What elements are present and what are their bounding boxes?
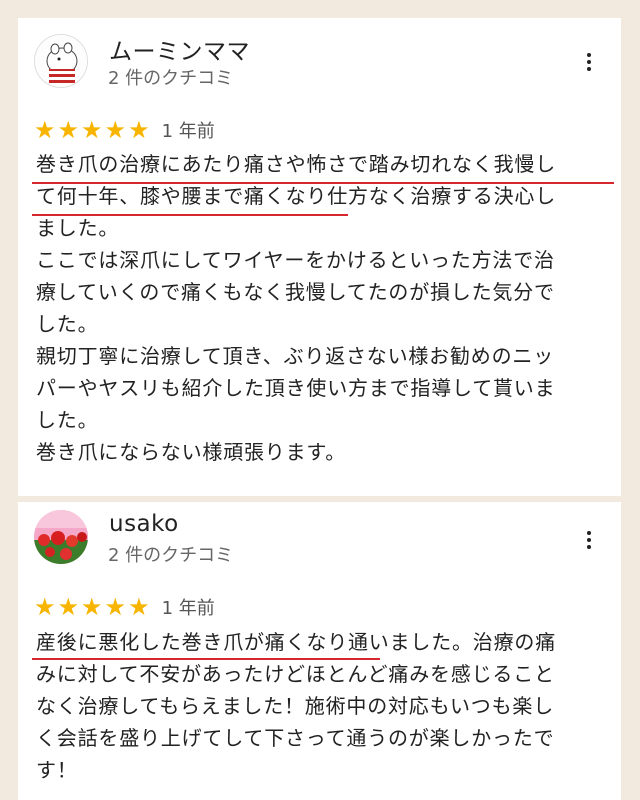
reviewer-name[interactable]: ムーミンママ — [109, 32, 250, 66]
highlight-underline — [32, 214, 348, 216]
star-rating: ★ ★ ★ ★ ★ 1 年前 — [34, 117, 215, 143]
review-line: した。 — [36, 408, 99, 432]
moomin-avatar-icon — [35, 35, 87, 87]
avatar[interactable] — [34, 510, 88, 564]
star-icon: ★ — [104, 593, 127, 621]
star-icon: ★ — [34, 116, 56, 144]
stars: ★ ★ ★ ★ ★ — [34, 118, 150, 142]
review-line: ここでは深爪にしてワイヤーをかけるといった方法で治 — [36, 248, 555, 272]
more-vert-icon — [587, 531, 591, 535]
reviewer-name[interactable]: usako — [109, 511, 179, 537]
more-options-button[interactable] — [579, 48, 599, 76]
highlight-underline — [32, 658, 380, 660]
star-icon: ★ — [128, 116, 150, 144]
more-options-button[interactable] — [579, 526, 599, 554]
highlight-underline — [32, 182, 614, 184]
review-line: て何十年、膝や腰まで痛くなり仕方なく治療する決心し — [36, 184, 556, 208]
stars: ★ ★ ★ ★ ★ — [34, 595, 150, 619]
review-line: した。 — [36, 312, 99, 336]
star-icon: ★ — [128, 593, 150, 621]
star-icon: ★ — [57, 593, 80, 621]
star-icon: ★ — [81, 116, 103, 144]
review-line: 療していくので痛くもなく我慢してたのが損した気分で — [36, 280, 555, 304]
review-line: く会話を盛り上げてして下さって通うのが楽しかったで — [36, 726, 555, 750]
more-vert-icon — [587, 53, 591, 57]
review-line: なく治療してもらえました！施術中の対応もいつも楽し — [36, 694, 554, 718]
star-icon: ★ — [34, 593, 56, 621]
review-line: 巻き爪の治療にあたり痛さや怖さで踏み切れなく我慢し — [36, 152, 556, 176]
review-time: 1 年前 — [161, 598, 215, 619]
star-icon: ★ — [57, 116, 80, 144]
review-count: 2 件のクチコミ — [108, 545, 234, 566]
star-icon: ★ — [81, 593, 103, 621]
review-text: 産後に悪化した巻き爪が痛くなり通いました。治療の痛 みに対して不安があったけどほ… — [36, 626, 606, 786]
review-line: パーやヤスリも紹介した頂き使い方まで指導して貰いま — [36, 376, 556, 400]
review-text: 巻き爪の治療にあたり痛さや怖さで踏み切れなく我慢し て何十年、膝や腰まで痛くなり… — [36, 148, 606, 468]
review-line: 産後に悪化した巻き爪が痛くなり通いました。治療の痛 — [36, 630, 556, 654]
review-line: 巻き爪にならない様頑張ります。 — [36, 440, 346, 464]
star-icon: ★ — [104, 116, 127, 144]
star-rating: ★ ★ ★ ★ ★ 1 年前 — [34, 594, 215, 620]
review-line: 親切丁寧に治療して頂き、ぶり返さない様お勧めのニッ — [36, 344, 554, 368]
flower-avatar-icon — [34, 510, 88, 564]
review-count: 2 件のクチコミ — [108, 68, 234, 89]
review-card: usako 2 件のクチコミ ★ ★ ★ ★ ★ 1 年前 産後に悪化した巻き爪… — [18, 502, 621, 800]
review-time: 1 年前 — [161, 121, 215, 142]
review-line: す！ — [36, 758, 78, 782]
avatar[interactable] — [34, 34, 88, 88]
review-line: ました。 — [36, 216, 120, 240]
review-line: みに対して不安があったけどほとんど痛みを感じること — [36, 662, 555, 686]
review-card: ムーミンママ 2 件のクチコミ ★ ★ ★ ★ ★ 1 年前 巻き爪の治療にあた… — [18, 18, 621, 496]
